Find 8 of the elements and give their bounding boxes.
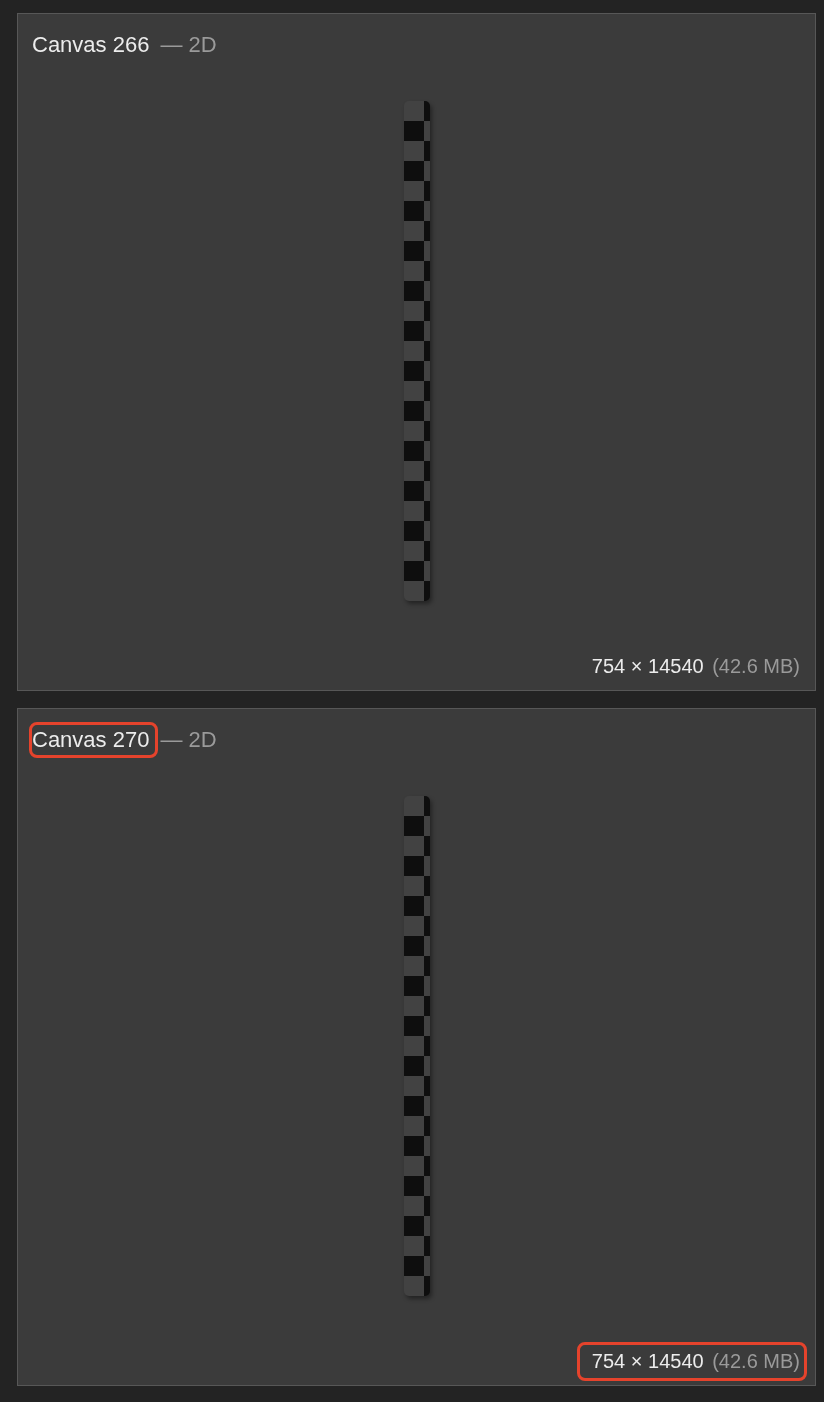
- canvas-card[interactable]: Canvas 270 — 2D 754 × 14540 (42.6 MB): [17, 708, 816, 1386]
- canvas-title: Canvas 270: [29, 722, 159, 758]
- canvas-title: Canvas 266: [31, 31, 151, 59]
- canvas-card[interactable]: Canvas 266 — 2D 754 × 14540 (42.6 MB): [17, 13, 816, 691]
- canvas-size: 754 × 14540 (42.6 MB): [590, 654, 801, 679]
- canvas-type: — 2D: [160, 727, 217, 753]
- canvas-size: 754 × 14540 (42.6 MB): [576, 1342, 807, 1381]
- canvas-type: — 2D: [160, 32, 217, 58]
